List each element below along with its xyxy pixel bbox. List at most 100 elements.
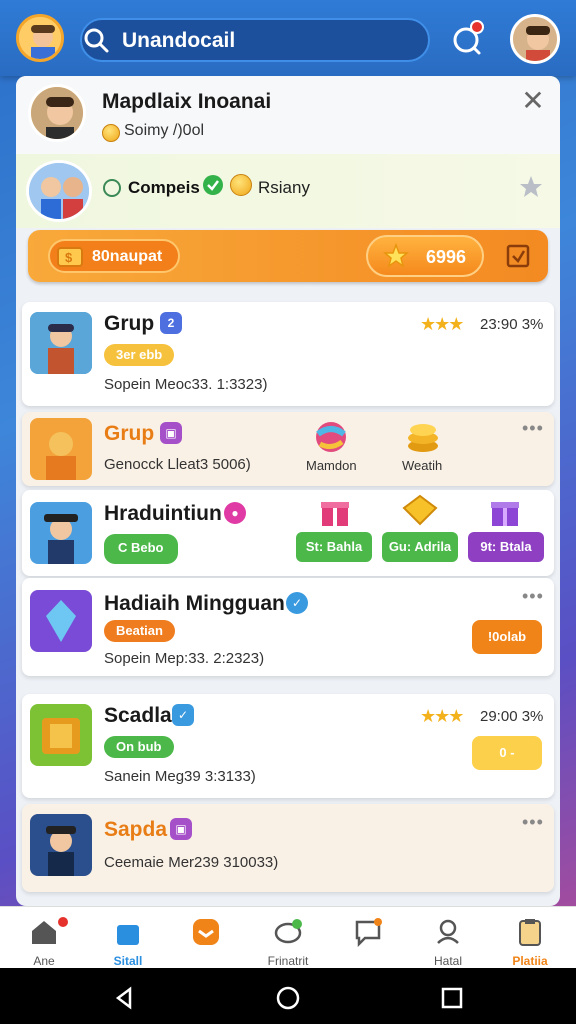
item-title: Scadla xyxy=(104,704,172,727)
coin-icon xyxy=(230,174,252,196)
system-navigation-bar xyxy=(0,968,576,1024)
score-pill[interactable]: 6996 xyxy=(366,235,484,277)
message-icon xyxy=(193,919,219,945)
nav-events[interactable]: Hatal xyxy=(412,911,484,968)
rating-stars: ★★★ xyxy=(420,314,464,334)
chat-notification-button[interactable] xyxy=(448,20,488,60)
top-app-bar: Unandocail xyxy=(0,0,576,76)
nav-label: Platiia xyxy=(512,954,548,968)
user-avatar[interactable] xyxy=(16,14,64,62)
gamepad-icon xyxy=(437,919,459,944)
item-meta: Genocck Lleat3 5006) xyxy=(104,456,251,473)
item-title: Hadiaih Mingguan xyxy=(104,592,285,615)
radio-icon xyxy=(103,179,121,197)
profile-header: Mapdlaix Inoanai Soimy /)0ol ✕ xyxy=(16,76,560,154)
nav-home[interactable]: Ane xyxy=(8,911,80,968)
competition-status: Rsiany xyxy=(258,178,310,197)
item-thumbnail xyxy=(30,502,92,564)
check-icon xyxy=(203,175,223,195)
close-icon[interactable]: ✕ xyxy=(520,87,546,115)
reward-pill-label: 80naupat xyxy=(92,248,163,265)
list-item-sapda[interactable]: Sapda ▣ ••• Ceemaie Mer239 310033) xyxy=(22,804,554,892)
nav-label: Hatal xyxy=(433,954,462,968)
rating-text: 29:00 3% xyxy=(480,708,544,725)
reward-pill[interactable]: $ 80naupat xyxy=(48,239,180,273)
claim-button-2[interactable]: Gu: Adrila xyxy=(382,532,458,562)
group-badge: ✓ xyxy=(172,704,194,726)
ball-icon[interactable] xyxy=(314,420,348,454)
reward-banner[interactable]: $ 80naupat 6996 xyxy=(28,230,548,282)
gift-icon xyxy=(321,502,349,526)
item-chip: C Bebo xyxy=(104,534,178,564)
gift-purple-icon xyxy=(491,502,519,526)
item-badge: ● xyxy=(224,502,246,524)
item-thumbnail xyxy=(30,418,92,480)
more-options-icon[interactable]: ••• xyxy=(522,586,544,607)
competition-row[interactable]: Compeis Rsiany xyxy=(16,154,560,228)
more-options-icon[interactable]: ••• xyxy=(522,418,544,439)
svg-text:$: $ xyxy=(65,250,73,265)
team-avatar[interactable] xyxy=(26,160,92,222)
item-thumbnail xyxy=(30,704,92,766)
item-thumbnail xyxy=(30,312,92,374)
group-badge: ▣ xyxy=(170,818,192,840)
search-text: Unandocail xyxy=(122,29,236,52)
home-circle-icon[interactable] xyxy=(276,986,300,1010)
nav-friends[interactable]: Frinatrit xyxy=(252,911,324,968)
item-label-2: Weatih xyxy=(402,458,443,473)
more-options-icon[interactable]: ••• xyxy=(522,812,544,833)
notification-dot xyxy=(56,915,70,929)
external-link-icon[interactable] xyxy=(504,242,532,270)
item-title: Grup xyxy=(104,422,155,445)
nav-label: Ane xyxy=(33,954,55,968)
claim-button-1[interactable]: St: Bahla xyxy=(296,532,372,562)
item-thumbnail xyxy=(30,814,92,876)
profile-name: Mapdlaix Inoanai xyxy=(102,90,272,113)
item-title: Sapda xyxy=(104,818,168,841)
list-item-grup-1[interactable]: Grup 2 ★★★ 23:90 3% 3er ebb Sopein Meoc3… xyxy=(22,302,554,406)
profile-subtitle: Soimy /)0ol xyxy=(124,122,205,139)
coin-icon xyxy=(102,124,120,142)
score-value: 6996 xyxy=(426,247,467,267)
search-icon xyxy=(82,26,110,54)
profile-header-avatar[interactable] xyxy=(28,84,86,142)
star-icon xyxy=(382,243,410,268)
bottom-navigation: Ane Sitall Frinatrit Hatal Platiia xyxy=(0,906,576,968)
rating-text: 23:90 3% xyxy=(480,316,544,333)
recents-icon[interactable] xyxy=(440,986,464,1010)
list-item-hadiah-mingguan[interactable]: Hadiaih Mingguan ✓ ••• Beatian Sopein Me… xyxy=(22,578,554,676)
action-button[interactable]: 0 - xyxy=(472,736,542,770)
nav-center[interactable] xyxy=(170,911,242,967)
profile-avatar[interactable] xyxy=(510,14,560,64)
chat-icon xyxy=(274,919,302,944)
item-meta: Ceemaie Mer239 310033) xyxy=(104,854,279,871)
nav-chat[interactable] xyxy=(332,911,404,967)
group-badge: ▣ xyxy=(160,422,182,444)
list-item-scadla[interactable]: Scadla ✓ ★★★ 29:00 3% On bub Sanein Meg3… xyxy=(22,694,554,798)
search-bar[interactable]: Unandocail xyxy=(80,18,430,62)
nav-store[interactable]: Sitall xyxy=(92,911,164,968)
verified-badge: ✓ xyxy=(286,592,308,614)
item-meta: Sopein Mep:33. 2:2323) xyxy=(104,650,265,667)
item-meta: Sopein Meoc33. 1:3323) xyxy=(104,376,268,393)
back-icon[interactable] xyxy=(112,986,136,1010)
item-title: Hraduintiun xyxy=(104,502,222,525)
item-meta: Sanein Meg39 3:3133) xyxy=(104,768,256,785)
gold-block-icon xyxy=(402,494,438,526)
nav-label: Frinatrit xyxy=(267,954,309,968)
speech-bubble-icon xyxy=(355,918,382,948)
item-thumbnail xyxy=(30,590,92,652)
list-item-grup-2[interactable]: Grup ▣ Genocck Lleat3 5006) Mamdon Weati… xyxy=(22,412,554,486)
main-panel: Mapdlaix Inoanai Soimy /)0ol ✕ Compeis R… xyxy=(16,76,560,906)
notification-dot xyxy=(470,20,484,34)
list-item-hraduintiun[interactable]: Hraduintiun ● C Bebo St: Bahla Gu: Adril… xyxy=(22,490,554,576)
action-button[interactable]: !0olab xyxy=(472,620,542,654)
item-chip: 3er ebb xyxy=(104,344,175,366)
gift-box-icon: $ xyxy=(57,247,83,267)
nav-profile[interactable]: Platiia xyxy=(494,911,566,968)
star-outline-icon[interactable] xyxy=(518,174,544,200)
home-icon xyxy=(32,921,56,944)
coin-stack-icon[interactable] xyxy=(404,418,442,456)
claim-button-3[interactable]: 9t: Btala xyxy=(468,532,544,562)
store-icon xyxy=(117,925,139,945)
